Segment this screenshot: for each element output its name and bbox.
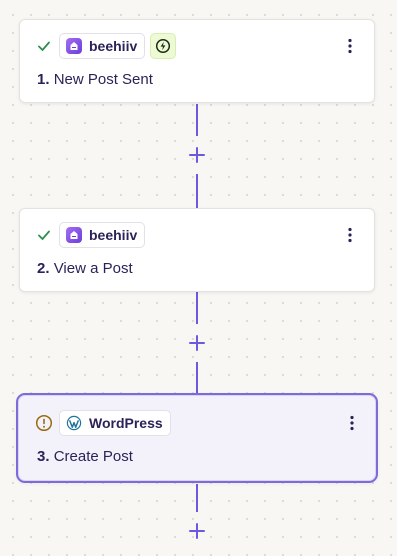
more-options-icon[interactable] <box>342 411 362 435</box>
step-header: WordPress <box>34 409 362 437</box>
connector-line <box>196 104 198 136</box>
app-chip: beehiiv <box>59 222 146 248</box>
step-header: beehiiv <box>34 32 360 60</box>
wordpress-logo-icon <box>66 415 82 431</box>
step-card-view-a-post[interactable]: beehiiv 2. View a Post <box>19 208 375 292</box>
step-title: 1. New Post Sent <box>37 71 153 88</box>
step-number: 3. <box>37 448 50 465</box>
step-card-new-post-sent[interactable]: beehiiv 1. New Post Sent <box>19 19 375 103</box>
app-name: beehiiv <box>89 38 138 54</box>
app-chip: beehiiv <box>59 33 146 59</box>
check-icon <box>34 225 54 245</box>
add-step-plus-icon[interactable] <box>188 334 206 352</box>
add-step-plus-icon[interactable] <box>188 146 206 164</box>
app-name: beehiiv <box>89 227 138 243</box>
more-options-icon[interactable] <box>340 223 360 247</box>
step-name: Create Post <box>53 448 133 465</box>
lightning-bolt-icon <box>150 33 177 59</box>
step-name: View a Post <box>53 260 133 277</box>
connector-line <box>196 292 198 324</box>
step-number: 1. <box>37 71 50 88</box>
check-icon <box>34 36 54 56</box>
app-chip: WordPress <box>59 410 171 436</box>
more-options-icon[interactable] <box>340 34 360 58</box>
step-title: 2. View a Post <box>37 260 133 277</box>
beehiiv-logo-icon <box>66 38 82 54</box>
step-header: beehiiv <box>34 221 360 249</box>
warning-icon <box>34 413 54 433</box>
connector-line <box>196 174 198 208</box>
app-name: WordPress <box>89 415 163 431</box>
beehiiv-logo-icon <box>66 227 82 243</box>
step-title: 3. Create Post <box>37 448 133 465</box>
step-card-create-post[interactable]: WordPress 3. Create Post <box>16 393 378 483</box>
add-step-plus-icon[interactable] <box>188 522 206 540</box>
connector-line <box>196 484 198 512</box>
step-name: New Post Sent <box>53 71 153 88</box>
connector-line <box>196 362 198 394</box>
step-number: 2. <box>37 260 50 277</box>
